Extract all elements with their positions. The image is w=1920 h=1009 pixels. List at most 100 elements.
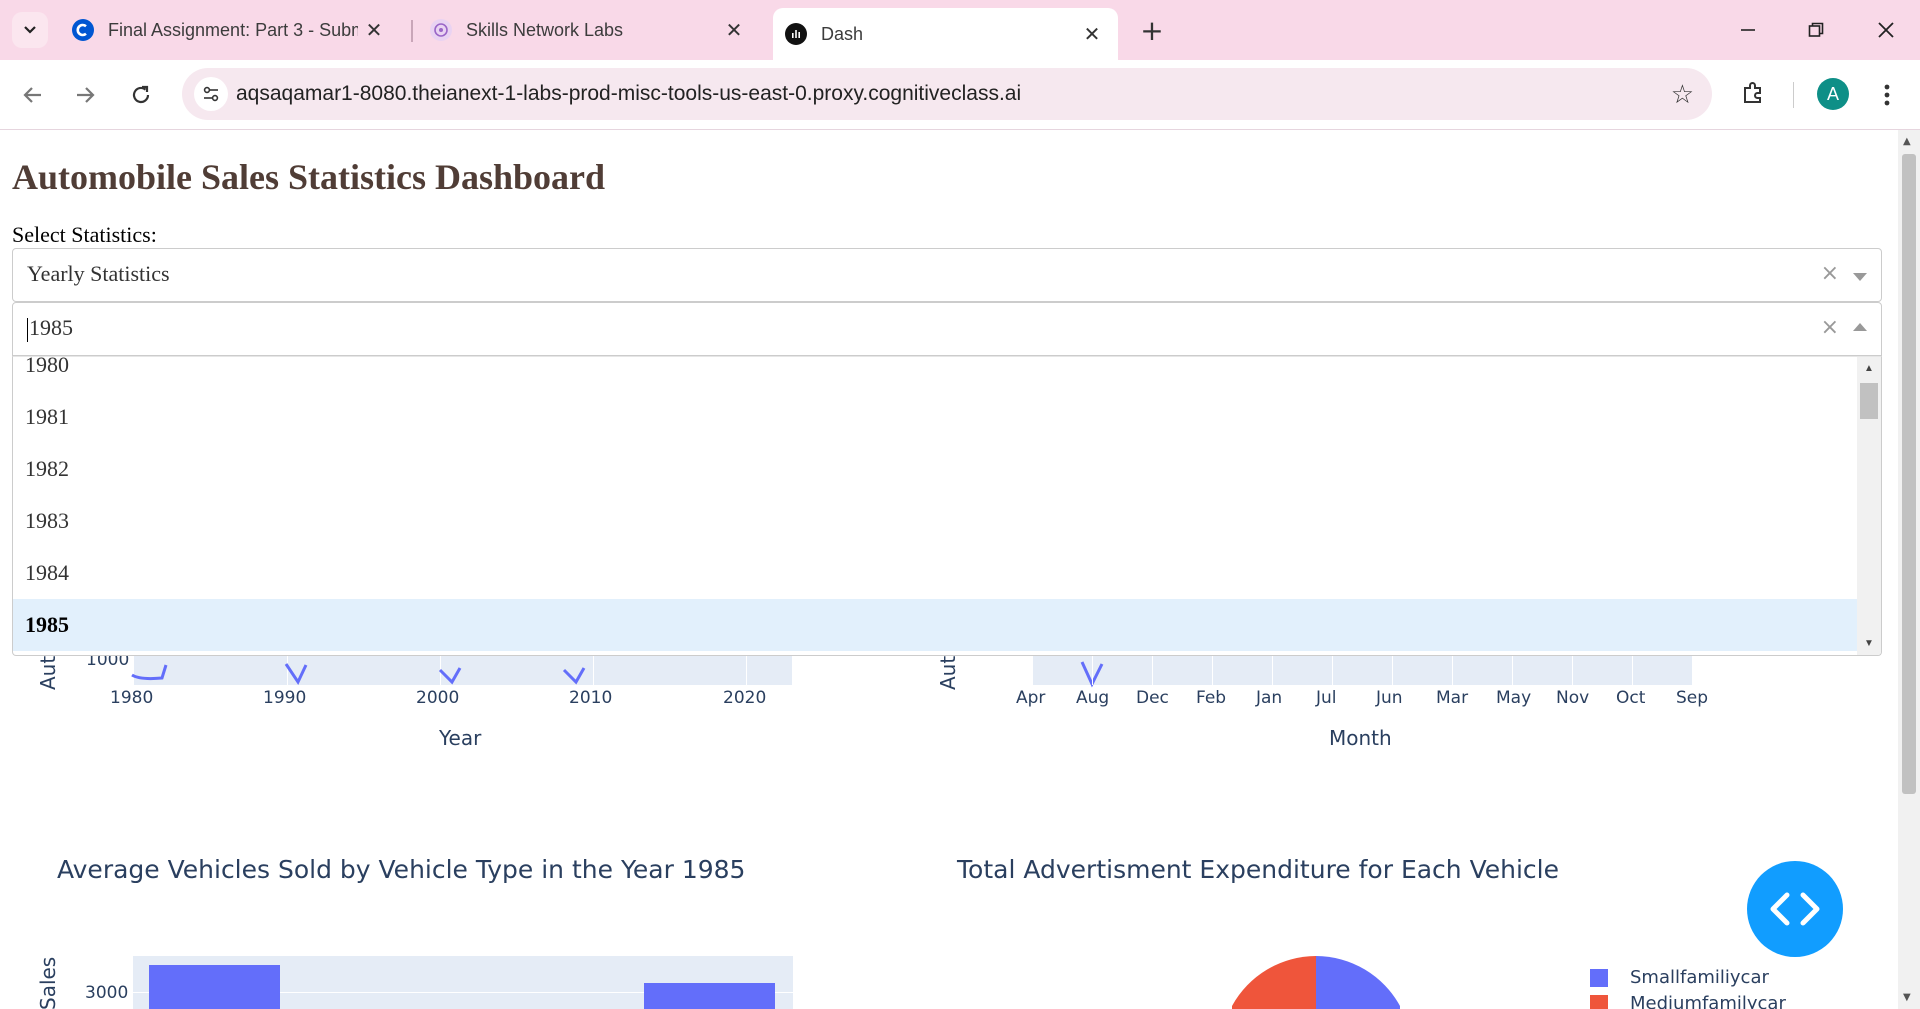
bar — [644, 983, 775, 1009]
y-axis-title: Aut — [936, 655, 960, 690]
close-icon — [1878, 22, 1894, 38]
scroll-down-arrow-icon[interactable]: ▼ — [1864, 638, 1874, 649]
browser-tab-bar: Final Assignment: Part 3 - Subm ✕ Skills… — [0, 0, 1920, 60]
x-tick-label: Mar — [1436, 688, 1469, 708]
year-option[interactable]: 1984 — [13, 547, 1857, 599]
skills-network-icon — [430, 19, 452, 41]
scroll-up-arrow-icon[interactable]: ▲ — [1864, 363, 1874, 374]
x-tick-label: Oct — [1616, 688, 1646, 708]
forward-button[interactable] — [66, 76, 104, 114]
line-series — [1080, 661, 1104, 688]
tab-title: Final Assignment: Part 3 - Subm — [108, 19, 358, 40]
restore-button[interactable] — [1792, 12, 1840, 48]
legend-item[interactable]: Mediumfamilycar — [1590, 993, 1786, 1009]
year-dropdown-input[interactable]: 1985 — [27, 315, 73, 342]
statistics-dropdown-value: Yearly Statistics — [27, 261, 170, 286]
caret-up-icon[interactable] — [1853, 323, 1867, 331]
page-title: Automobile Sales Statistics Dashboard — [12, 157, 606, 197]
scroll-up-arrow-icon[interactable]: ▲ — [1903, 136, 1911, 147]
address-bar[interactable]: aqsaqamar1-8080.theianext-1-labs-prod-mi… — [182, 68, 1712, 120]
tab-search-button[interactable] — [12, 12, 48, 48]
menu-scrollbar[interactable]: ▲ ▼ — [1857, 357, 1881, 655]
y-tick-label: 3000 — [85, 983, 129, 1003]
x-tick-label: 2020 — [723, 688, 767, 708]
tab-final-assignment[interactable]: Final Assignment: Part 3 - Subm ✕ — [60, 10, 400, 50]
year-options-menu: 1980 1981 1982 1983 1984 1985 ▲ ▼ — [12, 356, 1882, 656]
tab-title: Dash — [821, 23, 864, 44]
x-tick-label: 1990 — [263, 688, 307, 708]
select-statistics-label: Select Statistics: — [12, 222, 157, 247]
bookmark-star-icon[interactable]: ☆ — [1671, 80, 1694, 110]
x-tick-label: Jul — [1316, 688, 1337, 708]
clear-icon[interactable]: × — [1821, 315, 1839, 340]
profile-avatar[interactable]: A — [1817, 78, 1849, 110]
caret-down-icon[interactable] — [1853, 273, 1867, 281]
pie — [1232, 956, 1400, 1009]
chart-title: Average Vehicles Sold by Vehicle Type in… — [57, 855, 746, 884]
dash-icon — [785, 23, 807, 45]
back-button[interactable] — [14, 76, 52, 114]
year-option[interactable]: 1983 — [13, 495, 1857, 547]
year-option[interactable]: 1980 — [13, 357, 1857, 391]
x-tick-label: Dec — [1136, 688, 1169, 708]
y-axis-title: Aut — [36, 655, 60, 690]
x-tick-label: 2000 — [416, 688, 460, 708]
tab-dash[interactable]: Dash ✕ — [773, 8, 1118, 60]
statistics-dropdown[interactable]: Yearly Statistics × — [12, 248, 1882, 302]
legend-label: Smallfamiliycar — [1630, 967, 1769, 988]
arrow-left-icon — [23, 87, 41, 103]
tab-title: Skills Network Labs — [466, 19, 624, 40]
minimize-icon — [1741, 29, 1755, 31]
dash-debug-button[interactable] — [1747, 861, 1843, 957]
new-tab-button[interactable]: + — [1136, 13, 1168, 47]
year-option[interactable]: 1985 — [13, 599, 1857, 651]
browser-menu-button[interactable] — [1868, 76, 1906, 114]
page-scrollbar[interactable]: ▲ ▼ — [1898, 130, 1920, 1009]
site-info-icon[interactable] — [194, 77, 228, 111]
reload-icon — [132, 85, 150, 104]
close-tab-icon[interactable]: ✕ — [1080, 22, 1104, 46]
x-tick-label: Jan — [1256, 688, 1283, 708]
year-dropdown-value: 1985 — [29, 315, 73, 340]
x-axis-title: Month — [1329, 726, 1392, 750]
scrollbar-thumb[interactable] — [1902, 154, 1916, 794]
x-tick-label: Nov — [1556, 688, 1590, 708]
kebab-menu-icon — [1884, 84, 1890, 106]
x-tick-label: Sep — [1676, 688, 1709, 708]
x-tick-label: Apr — [1016, 688, 1046, 708]
close-tab-icon[interactable]: ✕ — [362, 18, 386, 42]
scroll-down-arrow-icon[interactable]: ▼ — [1903, 992, 1911, 1003]
reload-button[interactable] — [122, 76, 160, 114]
close-tab-icon[interactable]: ✕ — [722, 18, 746, 42]
legend-swatch — [1590, 994, 1608, 1009]
text-cursor — [27, 317, 28, 342]
tab-separator — [411, 20, 413, 42]
scrollbar-thumb[interactable] — [1860, 383, 1878, 419]
tab-skills-network[interactable]: Skills Network Labs ✕ — [420, 10, 760, 50]
year-options-list: 1980 1981 1982 1983 1984 1985 — [13, 357, 1857, 651]
x-tick-label: 1980 — [110, 688, 154, 708]
chart-title: Total Advertisment Expenditure for Each … — [957, 855, 1560, 884]
dash-page: Automobile Sales Statistics Dashboard Se… — [0, 130, 1898, 1009]
extensions-button[interactable] — [1734, 74, 1772, 112]
browser-toolbar: aqsaqamar1-8080.theianext-1-labs-prod-mi… — [0, 60, 1920, 130]
puzzle-icon — [1744, 82, 1761, 103]
x-tick-label: Feb — [1196, 688, 1227, 708]
x-tick-label: Aug — [1076, 688, 1110, 708]
x-tick-label: Jun — [1376, 688, 1403, 708]
pie-slice-smallfamiliycar — [1316, 956, 1400, 1009]
x-tick-label: 2010 — [569, 688, 613, 708]
bar — [149, 965, 280, 1009]
year-dropdown[interactable]: 1985 × — [12, 302, 1882, 356]
url-text: aqsaqamar1-8080.theianext-1-labs-prod-mi… — [236, 82, 1022, 105]
close-window-button[interactable] — [1862, 12, 1910, 48]
clear-icon[interactable]: × — [1821, 261, 1839, 286]
chevron-down-icon — [24, 26, 36, 34]
minimize-button[interactable] — [1724, 12, 1772, 48]
restore-icon — [1808, 22, 1824, 37]
y-axis-title: Sales — [36, 956, 60, 1009]
legend-item[interactable]: Smallfamiliycar — [1590, 967, 1769, 988]
year-option[interactable]: 1981 — [13, 391, 1857, 443]
year-option[interactable]: 1982 — [13, 443, 1857, 495]
plus-icon: + — [1140, 13, 1164, 47]
